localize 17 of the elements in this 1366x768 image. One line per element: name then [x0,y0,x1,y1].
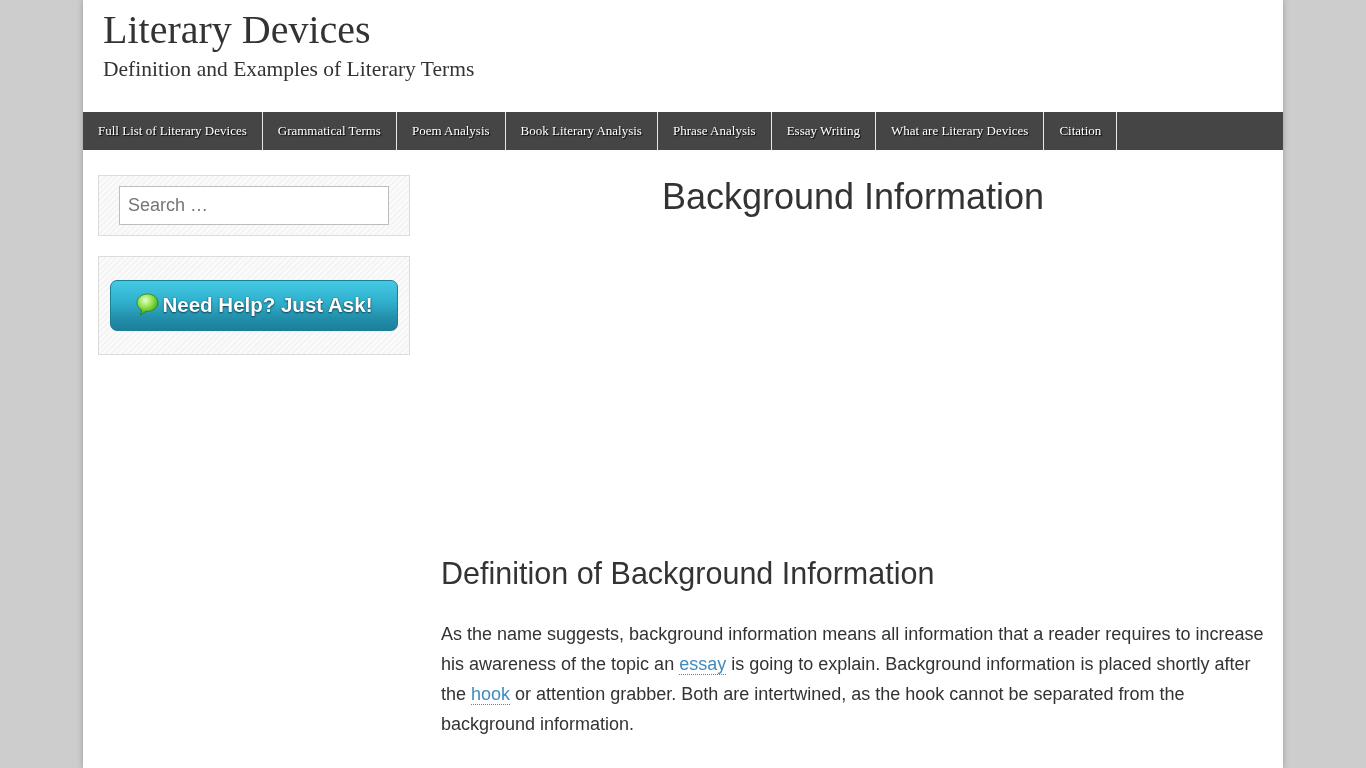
inline-link[interactable]: essay [679,654,727,675]
site-title[interactable]: Literary Devices [103,8,371,52]
nav-link[interactable]: Essay Writing [771,112,876,150]
paragraph: As the name suggests, background information means all information that a reader requires to increase his awareness of the topic an essay is going to explain. Background information is placed shortly after the hook or attention grabber. Both are intertwined, as the hook cannot be separated from the background information. [441,623,1265,736]
inline-link[interactable]: hook [471,684,511,705]
speech-bubble-icon [135,293,159,316]
nav-link[interactable]: Book Literary Analysis [505,112,658,150]
search-field[interactable]: Search … [119,186,389,225]
nav-link[interactable]: Full List of Literary Devices [83,112,263,150]
section-heading: Definition of Background Information [441,556,935,591]
article-title: Background Information [661,175,1045,218]
nav-link[interactable]: Grammatical Terms [262,112,397,150]
nav-link[interactable]: Phrase Analysis [657,112,772,150]
nav-link[interactable]: Citation [1044,112,1118,150]
nav-link[interactable]: Poem Analysis [396,112,506,150]
nav-link[interactable]: What are Literary Devices [875,112,1045,150]
site-tagline: Definition and Examples of Literary Terms [103,57,475,82]
